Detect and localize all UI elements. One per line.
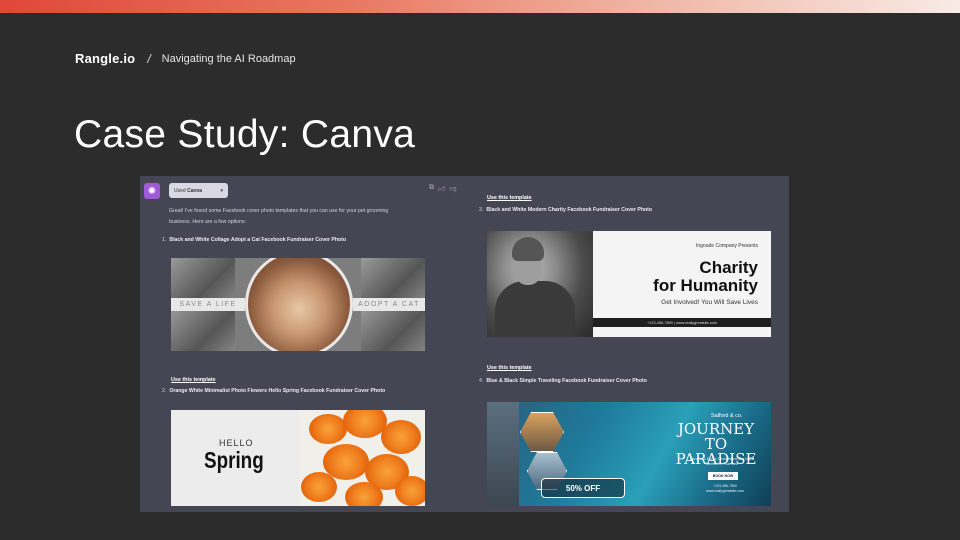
use-template-link[interactable]: Use this template (487, 365, 532, 371)
book-now-button: BOOK NOW (708, 472, 738, 480)
list-item: 1. Black and White Collage Adopt a Cat Fa… (162, 237, 347, 243)
journey-tagline: Escape to Exotic Destinations and Make M… (689, 457, 755, 466)
kitten-photo (245, 258, 353, 351)
template-image-charity[interactable]: Ingoude Company Presents Charity for Hum… (487, 231, 771, 337)
use-template-link[interactable]: Use this template (171, 377, 216, 383)
flowers-photo (299, 410, 425, 506)
message-actions: ⧉ 👍︎ 👎︎ (429, 184, 456, 193)
list-item: 2. Orange White Minimalist Photo Flowers … (162, 388, 386, 394)
charity-company: Ingoude Company Presents (696, 243, 758, 249)
plugin-dropdown[interactable]: Used Canva ▾ (169, 183, 228, 198)
assistant-message: Great! I've found some Facebook cover ph… (169, 208, 389, 225)
cat-photo-tile (171, 308, 235, 351)
travel-photo (487, 402, 519, 506)
template-image-cat[interactable]: SAVE A LIFE ADOPT A CAT (171, 258, 425, 351)
template-image-journey[interactable]: 50% OFF Salford & co. JOURNEY TO PARADIS… (487, 402, 771, 506)
spring-title: Spring (204, 447, 264, 473)
slide-title: Case Study: Canva (74, 113, 416, 156)
use-template-link[interactable]: Use this template (487, 195, 532, 201)
brand-name: Rangle.io (75, 51, 136, 66)
banner-text-left: SAVE A LIFE (171, 298, 245, 311)
man-photo (487, 231, 593, 337)
journey-contact: +123-456-7890 www.reallygreatsite.com (706, 484, 744, 493)
section-name: Navigating the AI Roadmap (161, 52, 296, 65)
thumbs-down-icon[interactable]: 👎︎ (449, 184, 456, 193)
travel-photo-hex (520, 412, 564, 452)
chevron-down-icon: ▾ (220, 187, 223, 194)
copy-icon[interactable]: ⧉ (429, 184, 434, 193)
discount-badge: 50% OFF (541, 478, 625, 498)
journey-brand: Salford & co. (711, 413, 743, 419)
openai-icon: ✺ (144, 183, 160, 199)
charity-subtitle: Get Involved! You Will Save Lives (661, 299, 758, 306)
charity-title: Charity for Humanity (653, 258, 758, 295)
breadcrumb-separator: / (147, 51, 151, 66)
charity-footer: +123-456-7890 | www.reallygreatsite.com (593, 318, 771, 327)
list-item: 3. Black and White Modern Charity Faceboo… (479, 207, 653, 213)
accent-gradient-bar (0, 0, 960, 13)
thumbs-up-icon[interactable]: 👍︎ (438, 184, 445, 193)
cat-photo-tile (361, 308, 425, 351)
template-image-spring[interactable]: HELLO Spring (171, 410, 425, 506)
breadcrumb: Rangle.io / Navigating the AI Roadmap (75, 51, 296, 66)
banner-text-right: ADOPT A CAT (353, 298, 425, 311)
plugin-label: Used Canva (174, 187, 203, 194)
list-item: 4. Blue & Black Simple Traveling Facebook… (479, 378, 647, 384)
chatgpt-screenshot: ✺ Used Canva ▾ ⧉ 👍︎ 👎︎ Great! I've found… (140, 176, 789, 512)
